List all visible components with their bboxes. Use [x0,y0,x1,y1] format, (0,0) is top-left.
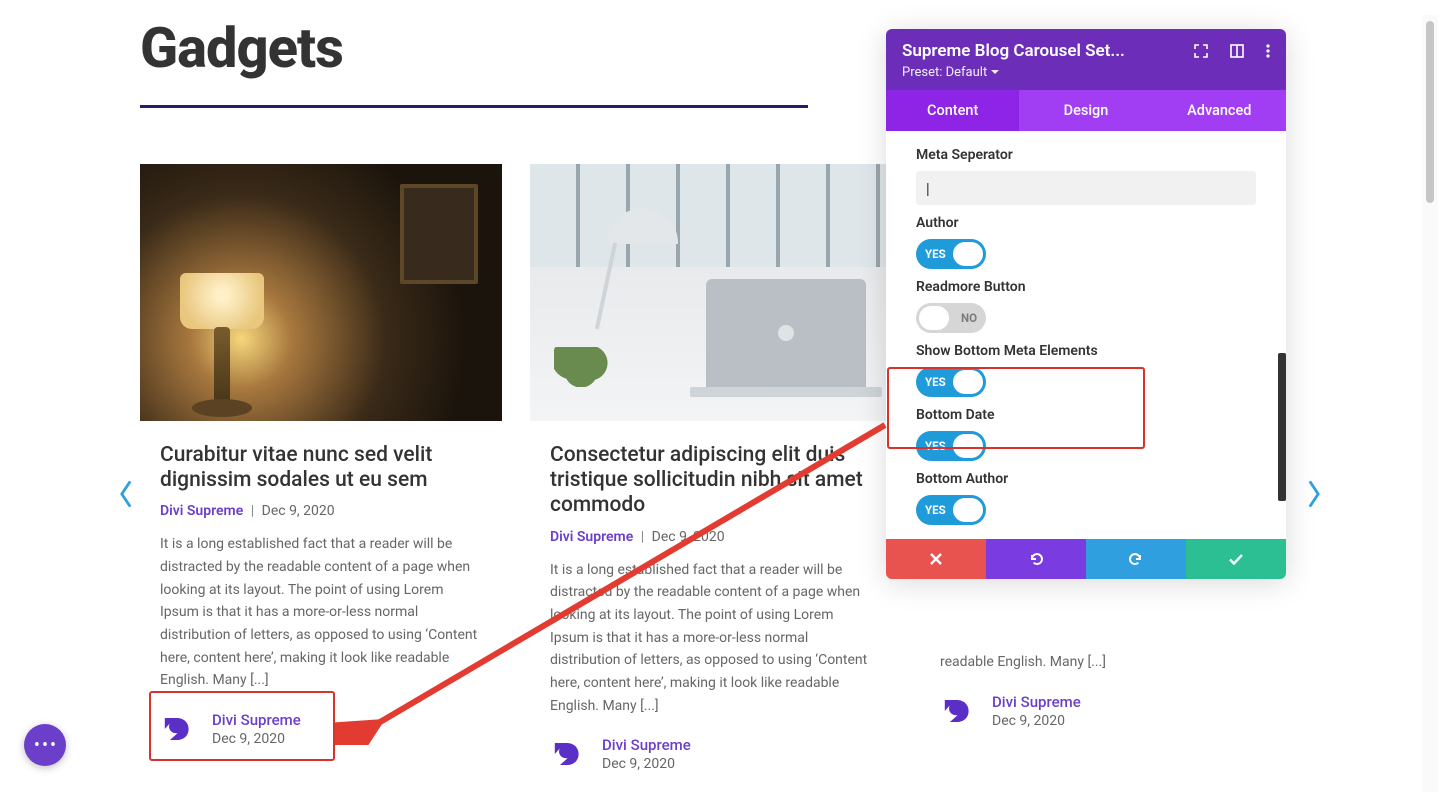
tab-content[interactable]: Content [886,90,1019,131]
card-title[interactable]: Consectetur adipiscing elit duis tristiq… [550,443,872,519]
discard-button[interactable] [886,539,986,579]
panel-body: Meta Seperator Author YES Readmore Butto… [886,131,1286,539]
author-toggle[interactable]: YES [916,239,986,269]
field-label: Readmore Button [916,279,1256,295]
bottom-author-toggle[interactable]: YES [916,495,986,525]
panel-title: Supreme Blog Carousel Set... [902,41,1125,61]
bottom-date-toggle[interactable]: YES [916,431,986,461]
card-image [140,164,502,421]
tab-advanced[interactable]: Advanced [1153,90,1286,131]
panel-scrollbar[interactable] [1278,353,1286,501]
card-excerpt: It is a long established fact that a rea… [550,559,872,718]
divi-supreme-logo-icon [158,712,192,746]
module-settings-panel[interactable]: Supreme Blog Carousel Set... Preset: Def… [886,29,1286,579]
bottom-meta-date: Dec 9, 2020 [602,756,691,772]
card-image [530,164,892,421]
field-label: Meta Seperator [916,147,1256,163]
bottom-meta-date: Dec 9, 2020 [992,713,1081,729]
bottom-meta-date: Dec 9, 2020 [212,731,301,747]
show-bottom-meta-toggle[interactable]: YES [916,367,986,397]
panel-tabs: Content Design Advanced [886,90,1286,131]
card-date: Dec 9, 2020 [652,529,725,545]
card-author[interactable]: Divi Supreme [550,529,633,545]
carousel-prev-button[interactable] [112,480,140,508]
chevron-right-icon [1305,480,1323,508]
card-author[interactable]: Divi Supreme [160,503,243,519]
card-bottom-meta: Divi Supreme Dec 9, 2020 [934,690,1268,732]
field-label: Author [916,215,1256,231]
divi-fab-button[interactable]: ••• [24,724,66,766]
field-meta-separator: Meta Seperator [916,147,1256,205]
card-excerpt-tail: readable English. Many [...] [940,651,1262,674]
card-meta: Divi Supreme | Dec 9, 2020 [160,503,482,519]
avatar [934,690,976,732]
expand-icon[interactable] [1194,44,1208,58]
field-bottom-author: Bottom Author YES [916,471,1256,525]
readmore-toggle[interactable]: NO [916,303,986,333]
field-readmore: Readmore Button NO [916,279,1256,333]
panel-header[interactable]: Supreme Blog Carousel Set... Preset: Def… [886,29,1286,90]
meta-separator: | [251,503,254,519]
snap-icon[interactable] [1230,44,1244,58]
field-bottom-date: Bottom Date YES [916,407,1256,461]
ellipsis-icon: ••• [34,735,58,756]
carousel-card[interactable]: Curabitur vitae nunc sed velit dignissim… [140,164,502,775]
field-label: Bottom Author [916,471,1256,487]
undo-icon [1028,551,1044,567]
card-meta: Divi Supreme | Dec 9, 2020 [550,529,872,545]
bottom-meta-author[interactable]: Divi Supreme [992,693,1081,711]
divi-supreme-logo-icon [938,694,972,728]
title-underline [140,105,808,108]
page-scrollbar[interactable] [1422,15,1438,792]
kebab-menu-icon[interactable] [1266,44,1270,58]
field-show-bottom-meta: Show Bottom Meta Elements YES [916,343,1256,397]
carousel-next-button[interactable] [1300,480,1328,508]
meta-separator: | [641,529,644,545]
avatar [544,733,586,775]
check-icon [1228,551,1244,567]
redo-icon [1128,551,1144,567]
card-date: Dec 9, 2020 [262,503,335,519]
preset-selector[interactable]: Preset: Default [902,65,1270,80]
bottom-meta-author[interactable]: Divi Supreme [602,736,691,754]
field-label: Show Bottom Meta Elements [916,343,1256,359]
meta-separator-input[interactable] [916,171,1256,205]
divi-supreme-logo-icon [548,737,582,771]
card-title[interactable]: Curabitur vitae nunc sed velit dignissim… [160,443,482,493]
undo-button[interactable] [986,539,1086,579]
avatar [154,708,196,750]
card-excerpt: It is a long established fact that a rea… [160,533,482,692]
field-author: Author YES [916,215,1256,269]
close-icon [928,551,944,567]
card-bottom-meta: Divi Supreme Dec 9, 2020 [154,708,488,750]
tab-design[interactable]: Design [1019,90,1152,131]
carousel-card[interactable]: Consectetur adipiscing elit duis tristiq… [530,164,892,775]
panel-footer [886,539,1286,579]
bottom-meta-author[interactable]: Divi Supreme [212,711,301,729]
card-bottom-meta: Divi Supreme Dec 9, 2020 [544,733,878,775]
save-button[interactable] [1186,539,1286,579]
field-label: Bottom Date [916,407,1256,423]
redo-button[interactable] [1086,539,1186,579]
chevron-left-icon [117,480,135,508]
